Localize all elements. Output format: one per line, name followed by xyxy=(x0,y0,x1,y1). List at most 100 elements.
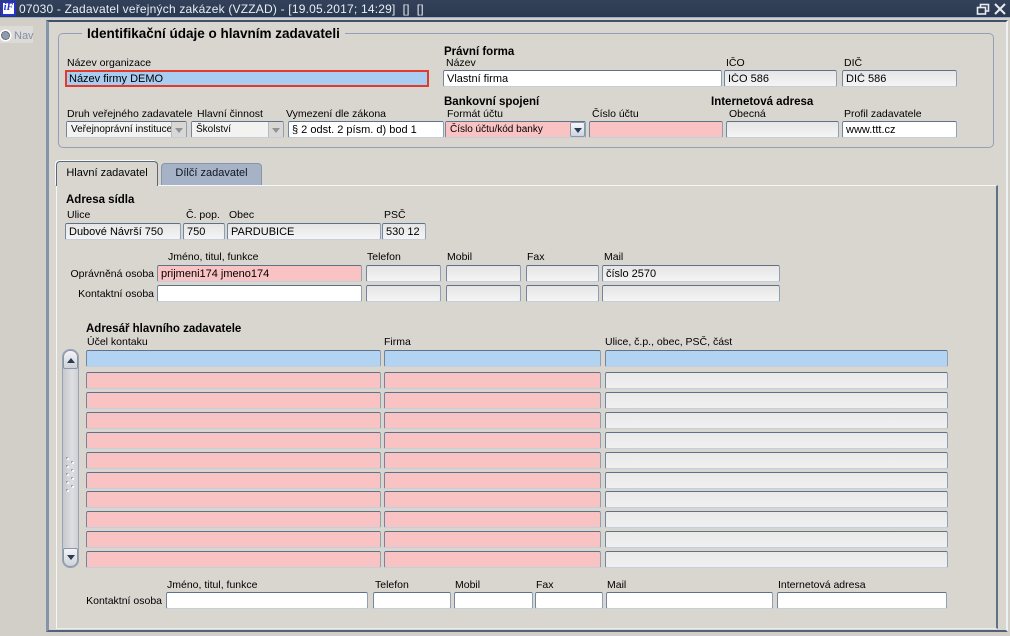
dic-input[interactable] xyxy=(842,70,957,87)
hlavni-cinnost-dropdown-icon[interactable] xyxy=(268,122,283,137)
grid-cell-firma-row2[interactable] xyxy=(384,391,601,409)
bottom-col-fax: Fax xyxy=(536,579,554,591)
identification-groupbox-title: Identifikační údaje o hlavním zadavateli xyxy=(82,26,345,41)
hlavni-cinnost-value: Školství xyxy=(192,122,268,137)
grid-cell-firma-row8[interactable] xyxy=(384,511,601,529)
druh-zadavatele-value: Veřejnoprávní instituce xyxy=(67,122,171,137)
tab-dilci-zadavatel[interactable]: Dílčí zadavatel xyxy=(161,163,262,185)
bottom-mail-input[interactable] xyxy=(606,592,773,609)
druh-zadavatele-dropdown-icon[interactable] xyxy=(171,122,186,137)
application-icon: iF xyxy=(1,1,16,16)
grid-cell-ucel-row4[interactable] xyxy=(86,431,381,449)
grid-cell-firma-row9[interactable] xyxy=(384,531,601,549)
title-bar[interactable]: iF 07030 - Zadavatel veřejných zakázek (… xyxy=(0,0,1010,18)
close-window-icon[interactable] xyxy=(993,3,1007,15)
grid-cell-firma-row10[interactable] xyxy=(384,551,601,569)
ulice-input[interactable] xyxy=(65,223,181,240)
kontaktni-osoba-mobil-input[interactable] xyxy=(446,285,521,302)
kontaktni-osoba-mail-input[interactable] xyxy=(602,285,780,302)
cislo-popisne-input[interactable] xyxy=(183,223,225,240)
nav-radio-icon[interactable] xyxy=(1,31,10,40)
nazev-input[interactable] xyxy=(443,70,722,87)
bottom-mobil-input[interactable] xyxy=(454,592,533,609)
grid-cell-ucel-row1[interactable] xyxy=(86,372,381,389)
bankovni-spojeni-heading: Bankovní spojení xyxy=(444,96,540,108)
persons-col-mobil: Mobil xyxy=(447,251,473,263)
grid-cell-ucel-row9[interactable] xyxy=(86,531,381,549)
opravnena-osoba-telefon-input[interactable] xyxy=(366,265,441,282)
grid-cell-ucel-row5[interactable] xyxy=(86,451,381,469)
dropdown-arrow-icon xyxy=(573,127,582,133)
persons-col-telefon: Telefon xyxy=(367,251,401,263)
grid-cell-firma-row0[interactable] xyxy=(384,350,601,367)
bottom-col-internetova-adresa: Internetová adresa xyxy=(778,579,866,591)
grid-cell-ulice-row5[interactable] xyxy=(605,451,948,469)
obec-input[interactable] xyxy=(227,223,381,240)
grid-cell-ucel-row3[interactable] xyxy=(86,411,381,429)
opravnena-osoba-fax-input[interactable] xyxy=(526,265,599,282)
grid-cell-ucel-row0[interactable] xyxy=(86,350,381,367)
psc-input[interactable] xyxy=(382,223,426,240)
nav-label: Nav xyxy=(14,30,34,42)
grid-cell-ulice-row3[interactable] xyxy=(605,411,948,429)
nazev-organizace-input[interactable] xyxy=(65,70,429,87)
obecna-input[interactable] xyxy=(726,121,839,138)
kontaktni-osoba-jmeno-input[interactable] xyxy=(157,285,362,302)
druh-zadavatele-label: Druh veřejného zadavatele xyxy=(67,108,193,120)
grid-cell-firma-row1[interactable] xyxy=(384,372,601,389)
format-uctu-combobox[interactable]: Číslo účtu/kód banky xyxy=(445,121,586,138)
grid-cell-ulice-row4[interactable] xyxy=(605,431,948,449)
kontaktni-osoba-fax-input[interactable] xyxy=(526,285,599,302)
bottom-fax-input[interactable] xyxy=(535,592,603,609)
persons-col-jmeno: Jméno, titul, funkce xyxy=(168,251,259,263)
restore-window-icon[interactable] xyxy=(976,3,990,15)
grid-cell-ulice-row2[interactable] xyxy=(605,391,948,409)
grid-cell-firma-row4[interactable] xyxy=(384,431,601,449)
grid-cell-ulice-row0[interactable] xyxy=(605,350,948,367)
dic-label: DIČ xyxy=(844,57,863,69)
opravnena-osoba-label: Oprávněná osoba xyxy=(70,268,154,280)
internetova-adresa-heading: Internetová adresa xyxy=(711,96,814,108)
opravnena-osoba-mobil-input[interactable] xyxy=(446,265,521,282)
grid-cell-ulice-row1[interactable] xyxy=(605,372,948,389)
bottom-telefon-input[interactable] xyxy=(373,592,451,609)
scroll-down-icon[interactable] xyxy=(63,548,78,567)
down-arrow-icon xyxy=(66,554,75,560)
grid-cell-ucel-row10[interactable] xyxy=(86,551,381,569)
grid-cell-ucel-row7[interactable] xyxy=(86,491,381,509)
druh-zadavatele-combobox[interactable]: Veřejnoprávní instituce xyxy=(66,121,187,138)
profil-zadavatele-input[interactable] xyxy=(842,121,957,138)
grid-cell-ucel-row6[interactable] xyxy=(86,471,381,489)
tab-hlavni-zadavatel[interactable]: Hlavní zadavatel xyxy=(56,161,158,186)
kontaktni-osoba-label: Kontaktní osoba xyxy=(78,288,154,300)
bottom-col-jmeno: Jméno, titul, funkce xyxy=(167,579,258,591)
bottom-jmeno-input[interactable] xyxy=(166,592,368,609)
grid-cell-ucel-row2[interactable] xyxy=(86,391,381,409)
scroll-up-icon[interactable] xyxy=(63,350,78,369)
dropdown-arrow-icon xyxy=(175,127,183,133)
bottom-col-mail: Mail xyxy=(607,579,627,591)
application-window: { "window": { "title": "07030 - Zadavate… xyxy=(0,0,1010,636)
opravnena-osoba-mail-input[interactable] xyxy=(602,265,780,282)
format-uctu-dropdown-icon[interactable] xyxy=(570,122,585,137)
ico-input[interactable] xyxy=(724,70,837,87)
grid-cell-ulice-row9[interactable] xyxy=(605,531,948,549)
hlavni-cinnost-combobox[interactable]: Školství xyxy=(191,121,284,138)
grid-cell-ulice-row10[interactable] xyxy=(605,551,948,569)
cislo-uctu-input[interactable] xyxy=(589,121,723,138)
dropdown-arrow-icon xyxy=(272,127,280,133)
grid-cell-ulice-row6[interactable] xyxy=(605,471,948,489)
vymezeni-input[interactable] xyxy=(288,121,444,138)
opravnena-osoba-jmeno-input[interactable] xyxy=(157,265,362,282)
adresar-vertical-scrollbar[interactable] xyxy=(62,349,79,568)
grid-cell-firma-row3[interactable] xyxy=(384,411,601,429)
grid-cell-ulice-row8[interactable] xyxy=(605,511,948,529)
grid-cell-ucel-row8[interactable] xyxy=(86,511,381,529)
ulice-label: Ulice xyxy=(67,209,91,221)
grid-cell-firma-row7[interactable] xyxy=(384,491,601,509)
kontaktni-osoba-telefon-input[interactable] xyxy=(366,285,441,302)
grid-cell-firma-row5[interactable] xyxy=(384,451,601,469)
grid-cell-firma-row6[interactable] xyxy=(384,471,601,489)
grid-cell-ulice-row7[interactable] xyxy=(605,491,948,509)
bottom-internetova-adresa-input[interactable] xyxy=(777,592,947,609)
